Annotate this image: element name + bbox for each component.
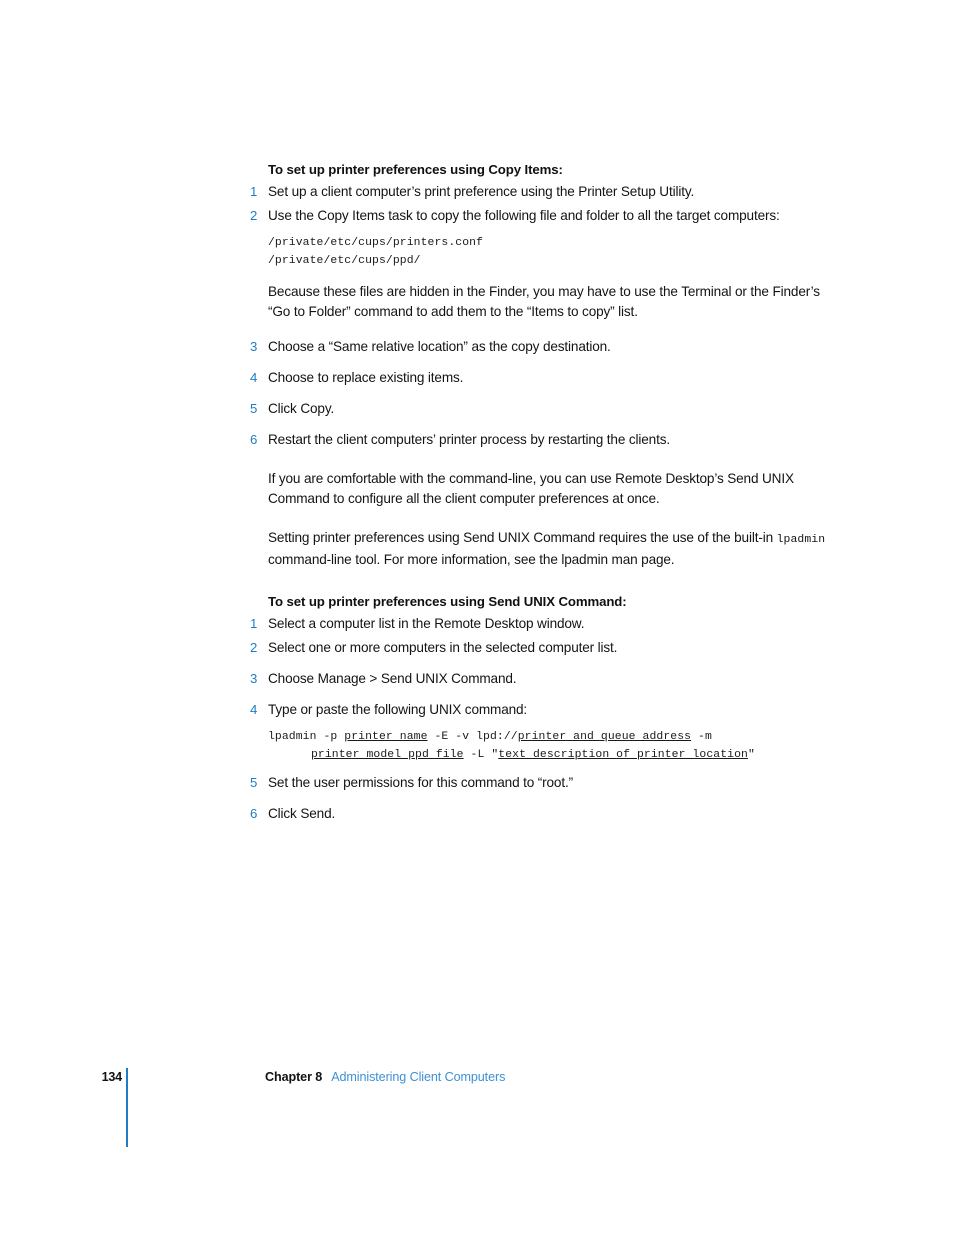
- step-number: 6: [250, 806, 258, 821]
- step-item: 6 Click Send.: [250, 804, 830, 824]
- step-text: Select a computer list in the Remote Des…: [268, 616, 585, 631]
- step-item: 3 Choose Manage > Send UNIX Command.: [250, 669, 830, 689]
- page-content: To set up printer preferences using Copy…: [250, 160, 830, 824]
- step-item: 2 Use the Copy Items task to copy the fo…: [250, 206, 830, 226]
- command-token: -E -v lpd://: [427, 731, 518, 743]
- step-number: 4: [250, 702, 258, 717]
- step-number: 3: [250, 339, 258, 354]
- intro-paragraph-lpadmin: Setting printer preferences using Send U…: [268, 528, 830, 570]
- step-item: 4 Choose to replace existing items.: [250, 368, 830, 388]
- document-page: To set up printer preferences using Copy…: [0, 0, 954, 1235]
- section-heading-copy-items: To set up printer preferences using Copy…: [268, 162, 563, 177]
- footer-vertical-rule: [126, 1068, 128, 1147]
- footer-page-number: 134: [101, 1070, 123, 1084]
- step-text: Click Copy.: [268, 401, 335, 416]
- code-line: /private/etc/cups/printers.conf: [268, 237, 484, 249]
- paragraph-text-after: command-line tool. For more information,…: [268, 552, 675, 567]
- paragraph-text-before: Setting printer preferences using Send U…: [268, 530, 777, 545]
- section-send-unix-command: To set up printer preferences using Send…: [250, 592, 830, 824]
- page-footer: 134 Chapter 8 Administering Client Comput…: [0, 1062, 954, 1162]
- command-placeholder-queue-address: printer and queue address: [517, 731, 692, 743]
- command-placeholder-ppd-file: printer model ppd file: [311, 748, 464, 761]
- code-block-unix-command: lpadmin -p printer name -E -v lpd://prin…: [268, 729, 830, 764]
- step-number: 5: [250, 401, 258, 416]
- step-item: 5 Click Copy.: [250, 399, 830, 419]
- command-token: ": [747, 748, 755, 761]
- step-number: 1: [250, 616, 258, 631]
- step-text: Choose to replace existing items.: [268, 370, 464, 385]
- code-block-paths: /private/etc/cups/printers.conf/private/…: [268, 235, 830, 270]
- command-placeholder-printer-name: printer name: [344, 731, 428, 743]
- step-item: 5 Set the user permissions for this comm…: [250, 773, 830, 793]
- step-text: Set the user permissions for this comman…: [268, 775, 573, 790]
- step-number: 2: [250, 208, 258, 223]
- step-number: 4: [250, 370, 258, 385]
- footer-chapter: Chapter 8 Administering Client Computers: [265, 1070, 505, 1084]
- intro-paragraph-command-line: If you are comfortable with the command-…: [268, 471, 794, 506]
- step-number: 1: [250, 184, 258, 199]
- step-item: 2 Select one or more computers in the se…: [250, 638, 830, 658]
- section-copy-items: To set up printer preferences using Copy…: [250, 160, 830, 570]
- step-number: 2: [250, 640, 258, 655]
- step-text: Choose a “Same relative location” as the…: [268, 339, 611, 354]
- footer-chapter-label: Chapter 8: [265, 1070, 323, 1084]
- step-item: 1 Select a computer list in the Remote D…: [250, 614, 830, 634]
- note-paragraph-hidden-files: Because these files are hidden in the Fi…: [268, 284, 820, 319]
- step-number: 5: [250, 775, 258, 790]
- command-placeholder-location-description: text description of printer location: [498, 748, 748, 761]
- step-text: Type or paste the following UNIX command…: [268, 702, 528, 717]
- code-line: /private/etc/cups/ppd/: [268, 254, 421, 267]
- step-text: Choose Manage > Send UNIX Command.: [268, 671, 517, 686]
- command-token: -L ": [463, 748, 499, 761]
- step-number: 3: [250, 671, 258, 686]
- command-line-2: printer model ppd file -L "text descript…: [268, 749, 755, 761]
- command-token: lpadmin -p: [268, 731, 345, 743]
- step-item: 3 Choose a “Same relative location” as t…: [250, 337, 830, 357]
- step-number: 6: [250, 432, 258, 447]
- step-text: Set up a client computer’s print prefere…: [268, 184, 695, 199]
- inline-code-lpadmin: lpadmin: [776, 534, 826, 546]
- step-text: Select one or more computers in the sele…: [268, 640, 618, 655]
- step-item: 1 Set up a client computer’s print prefe…: [250, 182, 830, 202]
- footer-chapter-title: Administering Client Computers: [331, 1070, 506, 1084]
- step-text: Use the Copy Items task to copy the foll…: [268, 208, 780, 223]
- step-text: Click Send.: [268, 806, 336, 821]
- command-line-1: lpadmin -p printer name -E -v lpd://prin…: [268, 731, 712, 743]
- section-heading-send-unix-command: To set up printer preferences using Send…: [268, 594, 627, 609]
- command-token: -m: [691, 731, 712, 743]
- step-item: 4 Type or paste the following UNIX comma…: [250, 700, 830, 720]
- step-item: 6 Restart the client computers’ printer …: [250, 430, 830, 450]
- step-text: Restart the client computers’ printer pr…: [268, 432, 670, 447]
